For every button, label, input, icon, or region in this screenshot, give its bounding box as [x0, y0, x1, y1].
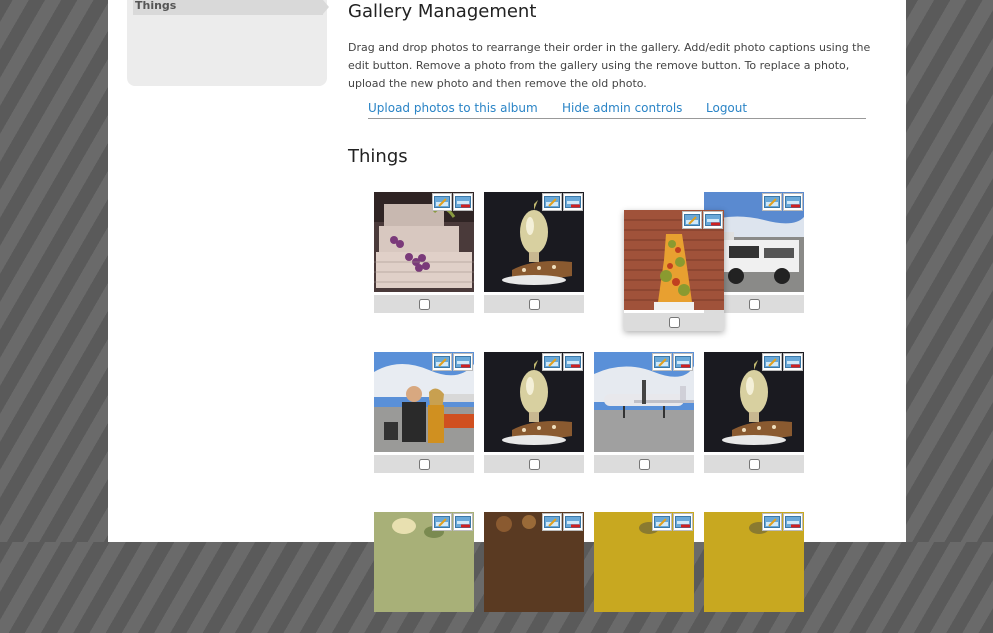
photo-actions	[652, 353, 693, 371]
edit-photo-icon	[764, 196, 780, 208]
edit-caption-button[interactable]	[762, 193, 782, 211]
edit-caption-button[interactable]	[432, 513, 452, 531]
photo-actions	[542, 513, 583, 531]
remove-photo-button[interactable]	[453, 353, 473, 371]
edit-photo-icon	[684, 214, 700, 226]
photo-select-checkbox[interactable]	[418, 458, 430, 470]
remove-photo-button[interactable]	[563, 353, 583, 371]
edit-caption-button[interactable]	[652, 513, 672, 531]
edit-caption-button[interactable]	[432, 353, 452, 371]
edit-caption-button[interactable]	[432, 193, 452, 211]
dragged-photo-tile[interactable]	[624, 210, 724, 331]
remove-photo-button[interactable]	[563, 193, 583, 211]
photo-tile[interactable]	[594, 352, 694, 473]
select-bar	[374, 455, 474, 473]
remove-photo-icon	[455, 356, 471, 368]
remove-photo-button[interactable]	[783, 193, 803, 211]
remove-photo-button[interactable]	[783, 513, 803, 531]
remove-photo-icon	[705, 214, 721, 226]
hide-admin-controls-link[interactable]: Hide admin controls	[562, 101, 682, 115]
photo-actions	[762, 193, 803, 211]
photo-actions	[542, 193, 583, 211]
remove-photo-button[interactable]	[563, 513, 583, 531]
edit-caption-button[interactable]	[542, 193, 562, 211]
remove-photo-button[interactable]	[703, 211, 723, 229]
photo-tile[interactable]	[374, 512, 474, 633]
remove-photo-icon	[675, 356, 691, 368]
photo-actions	[432, 513, 473, 531]
photo-tile[interactable]	[484, 352, 584, 473]
edit-photo-icon	[654, 356, 670, 368]
edit-photo-icon	[764, 356, 780, 368]
album-title: Things	[348, 146, 408, 167]
photo-select-checkbox[interactable]	[748, 298, 760, 310]
edit-photo-icon	[434, 356, 450, 368]
remove-photo-icon	[565, 356, 581, 368]
edit-caption-button[interactable]	[542, 353, 562, 371]
sidebar-item-things[interactable]: Things	[133, 0, 329, 15]
remove-photo-icon	[785, 516, 801, 528]
remove-photo-icon	[455, 196, 471, 208]
edit-caption-button[interactable]	[682, 211, 702, 229]
remove-photo-icon	[455, 516, 471, 528]
photo-select-checkbox[interactable]	[418, 298, 430, 310]
photo-tile[interactable]	[704, 512, 804, 633]
logout-link[interactable]: Logout	[706, 101, 747, 115]
select-bar	[484, 455, 584, 473]
photo-select-checkbox[interactable]	[748, 458, 760, 470]
page-content: Things Gallery Management Drag and drop …	[108, 0, 906, 612]
photo-actions	[682, 211, 723, 229]
photo-select-checkbox[interactable]	[528, 458, 540, 470]
remove-photo-icon	[785, 356, 801, 368]
remove-photo-button[interactable]	[673, 353, 693, 371]
edit-caption-button[interactable]	[652, 353, 672, 371]
edit-photo-icon	[544, 516, 560, 528]
photo-actions	[432, 193, 473, 211]
select-bar	[704, 455, 804, 473]
photo-tile[interactable]	[594, 512, 694, 633]
photo-tile[interactable]	[374, 352, 474, 473]
remove-photo-button[interactable]	[453, 513, 473, 531]
instructions-text: Drag and drop photos to rearrange their …	[348, 41, 871, 90]
sidebar-item-label: Things	[135, 0, 177, 12]
select-bar	[624, 313, 724, 331]
photo-tile[interactable]	[484, 192, 584, 313]
photo-tile[interactable]	[374, 192, 474, 313]
edit-caption-button[interactable]	[762, 353, 782, 371]
admin-nav: Upload photos to this album Hide admin c…	[368, 100, 866, 119]
edit-photo-icon	[654, 516, 670, 528]
photo-select-checkbox[interactable]	[638, 458, 650, 470]
photo-actions	[762, 513, 803, 531]
remove-photo-button[interactable]	[673, 513, 693, 531]
page-title: Gallery Management	[348, 1, 537, 22]
edit-caption-button[interactable]	[542, 513, 562, 531]
edit-photo-icon	[544, 196, 560, 208]
edit-caption-button[interactable]	[762, 513, 782, 531]
remove-photo-icon	[565, 196, 581, 208]
select-bar	[484, 295, 584, 313]
upload-photos-link[interactable]: Upload photos to this album	[368, 101, 538, 115]
edit-photo-icon	[434, 196, 450, 208]
remove-photo-icon	[675, 516, 691, 528]
photo-actions	[762, 353, 803, 371]
photo-tile[interactable]	[704, 352, 804, 473]
sidebar: Things	[127, 0, 329, 86]
edit-photo-icon	[764, 516, 780, 528]
remove-photo-button[interactable]	[783, 353, 803, 371]
select-bar	[374, 295, 474, 313]
select-bar	[594, 455, 694, 473]
remove-photo-icon	[785, 196, 801, 208]
photo-tile[interactable]	[484, 512, 584, 633]
photo-actions	[432, 353, 473, 371]
remove-photo-icon	[565, 516, 581, 528]
photo-select-checkbox[interactable]	[528, 298, 540, 310]
edit-photo-icon	[434, 516, 450, 528]
photo-actions	[542, 353, 583, 371]
photo-select-checkbox[interactable]	[668, 316, 680, 328]
photo-actions	[652, 513, 693, 531]
edit-photo-icon	[544, 356, 560, 368]
remove-photo-button[interactable]	[453, 193, 473, 211]
